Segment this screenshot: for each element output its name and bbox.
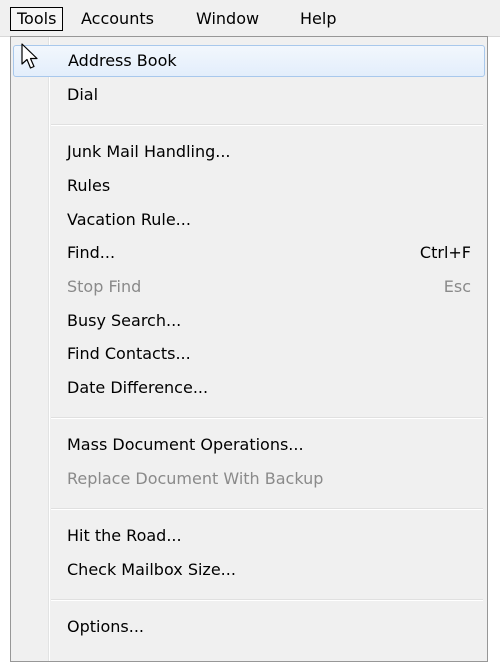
menu-accounts[interactable]: Accounts — [75, 7, 160, 31]
menu-item-label: Junk Mail Handling... — [67, 142, 231, 161]
menu-item-rules[interactable]: Rules — [13, 170, 485, 202]
menu-bar: Tools Accounts Window Help — [0, 0, 500, 37]
menu-separator — [51, 508, 483, 510]
menu-window[interactable]: Window — [190, 7, 265, 31]
menu-item-junk-mail-handling[interactable]: Junk Mail Handling... — [13, 136, 485, 168]
menu-item-label: Date Difference... — [67, 378, 209, 397]
menu-item-label: Vacation Rule... — [67, 210, 191, 229]
menu-item-label: Address Book — [68, 51, 177, 70]
menu-item-label: Hit the Road... — [67, 526, 182, 545]
menu-item-label: Find... — [67, 243, 116, 262]
menu-item-check-mailbox-size[interactable]: Check Mailbox Size... — [13, 554, 485, 586]
menu-item-address-book[interactable]: Address Book — [13, 45, 485, 77]
menu-item-shortcut: Ctrl+F — [419, 243, 471, 262]
menu-item-mass-document-operations[interactable]: Mass Document Operations... — [13, 429, 485, 461]
menu-item-busy-search[interactable]: Busy Search... — [13, 305, 485, 337]
menu-separator — [51, 599, 483, 601]
menu-item-hit-the-road[interactable]: Hit the Road... — [13, 520, 485, 552]
menu-separator — [51, 417, 483, 419]
menu-item-label: Busy Search... — [67, 311, 182, 330]
menu-item-vacation-rule[interactable]: Vacation Rule... — [13, 204, 485, 236]
menu-item-label: Options... — [67, 617, 144, 636]
menu-item-label: Mass Document Operations... — [67, 435, 304, 454]
menu-tools[interactable]: Tools — [10, 7, 64, 31]
menu-item-replace-document-with-backup: Replace Document With Backup — [13, 463, 485, 495]
menu-item-options[interactable]: Options... — [13, 611, 485, 643]
menu-help[interactable]: Help — [294, 7, 342, 31]
menu-item-stop-find: Stop Find Esc — [13, 271, 485, 303]
menu-item-label: Rules — [67, 176, 111, 195]
mouse-pointer-icon — [21, 43, 39, 75]
menu-item-label: Find Contacts... — [67, 344, 191, 363]
menu-item-find[interactable]: Find... Ctrl+F — [13, 237, 485, 269]
menu-separator — [51, 124, 483, 126]
menu-item-label: Stop Find — [67, 277, 142, 296]
menu-item-shortcut: Esc — [443, 277, 471, 296]
menu-item-label: Replace Document With Backup — [67, 469, 324, 488]
menu-item-date-difference[interactable]: Date Difference... — [13, 372, 485, 404]
menu-item-dial[interactable]: Dial — [13, 79, 485, 111]
menu-item-find-contacts[interactable]: Find Contacts... — [13, 338, 485, 370]
menu-item-label: Check Mailbox Size... — [67, 560, 236, 579]
menu-item-label: Dial — [67, 85, 99, 104]
tools-dropdown-menu: Address Book Dial Junk Mail Handling... … — [10, 36, 488, 662]
